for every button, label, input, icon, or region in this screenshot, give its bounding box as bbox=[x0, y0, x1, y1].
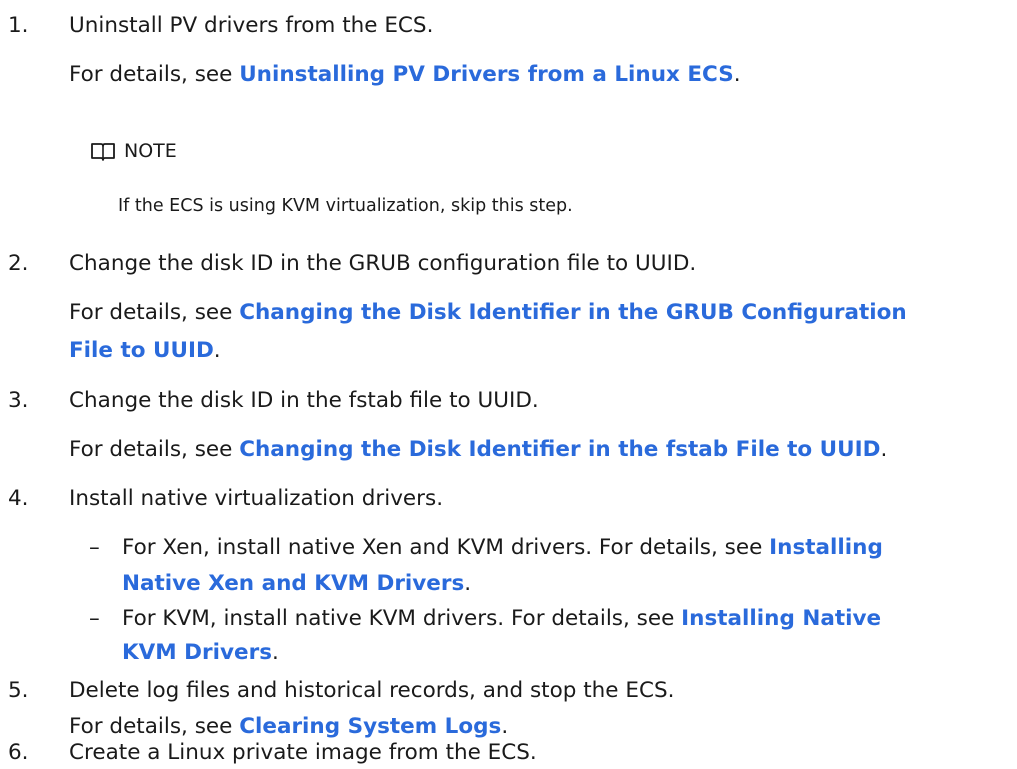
detail-suffix: . bbox=[733, 62, 741, 87]
detail-prefix: For details, see bbox=[69, 62, 240, 87]
link-installing-native-kvm-cont[interactable]: KVM Drivers bbox=[122, 640, 272, 665]
link-changing-disk-id-fstab[interactable]: Changing the Disk Identifier in the fsta… bbox=[239, 437, 880, 462]
detail-prefix: For details, see bbox=[69, 300, 240, 325]
step-title: Create a Linux private image from the EC… bbox=[69, 740, 537, 765]
detail-suffix: . bbox=[501, 714, 509, 739]
link-installing-native-xen-kvm[interactable]: Installing bbox=[769, 535, 883, 560]
sub-item-text: For KVM, install native KVM drivers. For… bbox=[122, 604, 881, 634]
step-3-detail: For details, see Changing the Disk Ident… bbox=[69, 435, 887, 465]
step-title: Change the disk ID in the GRUB configura… bbox=[69, 251, 697, 276]
detail-prefix: For details, see bbox=[69, 437, 240, 462]
dash-bullet: – bbox=[89, 606, 100, 631]
note-text: If the ECS is using KVM virtualization, … bbox=[118, 196, 573, 216]
link-changing-disk-id-grub[interactable]: Changing the Disk Identifier in the GRUB… bbox=[239, 300, 907, 325]
step-number: 3. bbox=[8, 388, 29, 413]
detail-prefix: For details, see bbox=[69, 714, 240, 739]
book-icon bbox=[91, 143, 115, 161]
link-uninstalling-pv-drivers[interactable]: Uninstalling PV Drivers from a Linux ECS bbox=[239, 62, 734, 87]
note-label: NOTE bbox=[124, 140, 177, 162]
detail-suffix: . bbox=[213, 338, 221, 363]
step-title: Change the disk ID in the fstab file to … bbox=[69, 388, 539, 413]
step-1-detail: For details, see Uninstalling PV Drivers… bbox=[69, 60, 741, 90]
note-header: NOTE bbox=[90, 139, 177, 163]
step-4-sub-2-cont: KVM Drivers. bbox=[122, 638, 279, 668]
step-2-detail: For details, see Changing the Disk Ident… bbox=[69, 298, 907, 328]
sub-text: For Xen, install native Xen and KVM driv… bbox=[122, 535, 770, 560]
step-number: 2. bbox=[8, 251, 29, 276]
sub-item-text: For Xen, install native Xen and KVM driv… bbox=[122, 533, 883, 563]
step-title: Uninstall PV drivers from the ECS. bbox=[69, 13, 434, 38]
step-title: Install native virtualization drivers. bbox=[69, 486, 444, 511]
sub-suffix: . bbox=[272, 640, 279, 665]
link-installing-native-xen-kvm-cont[interactable]: Native Xen and KVM Drivers bbox=[122, 571, 464, 596]
step-2-detail-cont: File to UUID. bbox=[69, 336, 221, 366]
step-4-sub-1-cont: Native Xen and KVM Drivers. bbox=[122, 569, 471, 599]
step-title: Delete log files and historical records,… bbox=[69, 678, 675, 703]
sub-text: For KVM, install native KVM drivers. For… bbox=[122, 606, 682, 631]
link-installing-native-kvm[interactable]: Installing Native bbox=[681, 606, 881, 631]
link-changing-disk-id-grub-cont[interactable]: File to UUID bbox=[69, 338, 214, 363]
link-clearing-system-logs[interactable]: Clearing System Logs bbox=[239, 714, 501, 739]
step-number: 1. bbox=[8, 13, 29, 38]
detail-suffix: . bbox=[880, 437, 888, 462]
step-number: 5. bbox=[8, 678, 29, 703]
sub-suffix: . bbox=[464, 571, 472, 596]
step-number: 4. bbox=[8, 486, 29, 511]
dash-bullet: – bbox=[89, 535, 100, 560]
step-number: 6. bbox=[8, 740, 29, 765]
